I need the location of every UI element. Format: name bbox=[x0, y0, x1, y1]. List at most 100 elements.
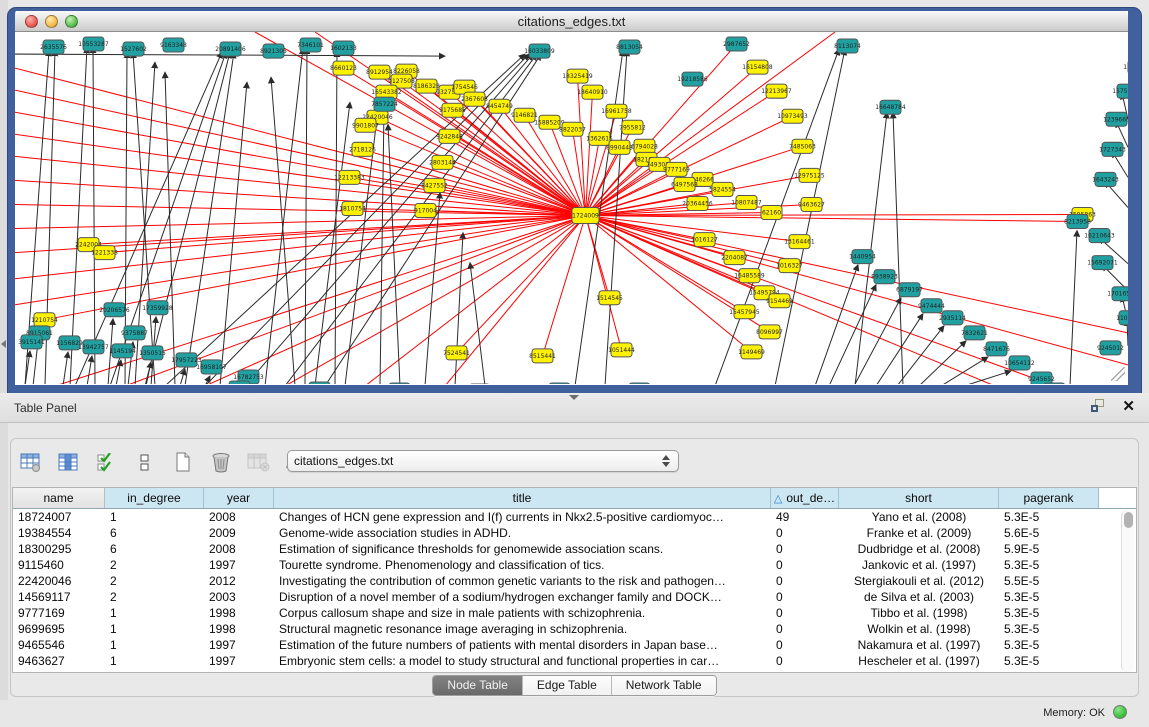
table-cell[interactable]: 5.3E-5 bbox=[999, 558, 1099, 572]
graph-edge[interactable] bbox=[854, 298, 901, 384]
left-splitter-strip[interactable] bbox=[0, 0, 8, 700]
graph-edge[interactable] bbox=[70, 47, 87, 384]
table-cell[interactable]: 9699695 bbox=[13, 622, 105, 636]
table-cell[interactable]: 1 bbox=[105, 510, 204, 524]
graph-edge[interactable] bbox=[586, 216, 1129, 333]
table-row[interactable]: 1830029562008Estimation of significance … bbox=[13, 541, 1136, 557]
graph-edge[interactable] bbox=[305, 48, 307, 384]
table-cell[interactable]: 6 bbox=[105, 526, 204, 540]
table-cell[interactable]: 0 bbox=[771, 558, 839, 572]
table-cell[interactable]: Changes of HCN gene expression and I(f) … bbox=[274, 510, 771, 524]
table-row[interactable]: 1456911722003Disruption of a novel membe… bbox=[13, 589, 1136, 605]
table-cell[interactable]: 2003 bbox=[204, 590, 274, 604]
graph-edge[interactable] bbox=[919, 341, 966, 384]
table-row[interactable]: 1872400712008Changes of HCN gene express… bbox=[13, 509, 1136, 525]
resize-grip[interactable] bbox=[1111, 367, 1125, 381]
table-cell[interactable]: 22420046 bbox=[13, 574, 105, 588]
table-cell[interactable]: 1 bbox=[105, 606, 204, 620]
table-cell[interactable]: Hescheler et al. (1997) bbox=[839, 654, 999, 668]
graph-edge[interactable] bbox=[271, 77, 295, 384]
graph-edge[interactable] bbox=[388, 124, 400, 384]
table-cell[interactable]: 5.3E-5 bbox=[999, 510, 1099, 524]
column-header-in_degree[interactable]: in_degree bbox=[105, 488, 204, 508]
column-header-pagerank[interactable]: pagerank bbox=[999, 488, 1099, 508]
table-cell[interactable]: 1997 bbox=[204, 558, 274, 572]
table-cell[interactable]: Structural magnetic resonance image aver… bbox=[274, 622, 771, 636]
graph-edge[interactable] bbox=[815, 265, 858, 384]
table-cell[interactable]: 1997 bbox=[204, 654, 274, 668]
graph-edge[interactable] bbox=[87, 356, 92, 384]
splitter-collapse-icon[interactable] bbox=[1, 340, 6, 348]
float-panel-icon[interactable] bbox=[1091, 399, 1106, 414]
table-cell[interactable]: 1998 bbox=[204, 622, 274, 636]
table-cell[interactable]: 5.3E-5 bbox=[999, 654, 1099, 668]
graph-node[interactable] bbox=[549, 383, 570, 384]
table-cell[interactable]: Investigating the contribution of common… bbox=[274, 574, 771, 588]
table-cell[interactable]: 5.3E-5 bbox=[999, 622, 1099, 636]
delete-column-icon[interactable] bbox=[208, 448, 234, 476]
table-cell[interactable]: Tibbo et al. (1998) bbox=[839, 606, 999, 620]
graph-node[interactable] bbox=[629, 383, 650, 384]
table-cell[interactable]: 5.5E-5 bbox=[999, 574, 1099, 588]
tab-network-table[interactable]: Network Table bbox=[612, 676, 716, 695]
graph-edge[interactable] bbox=[586, 216, 1078, 222]
column-header-name[interactable]: name bbox=[13, 488, 105, 508]
table-cell[interactable]: Estimation of the future numbers of pati… bbox=[274, 638, 771, 652]
graph-node[interactable] bbox=[309, 382, 330, 384]
table-row[interactable]: 969969511998Structural magnetic resonanc… bbox=[13, 621, 1136, 637]
scrollbar-thumb[interactable] bbox=[1124, 512, 1133, 528]
graph-edge[interactable] bbox=[855, 112, 887, 384]
table-cell[interactable]: 19384554 bbox=[13, 526, 105, 540]
graph-edge[interactable] bbox=[63, 352, 68, 384]
table-cell[interactable]: 0 bbox=[771, 654, 839, 668]
table-cell[interactable]: 5.3E-5 bbox=[999, 638, 1099, 652]
table-cell[interactable]: 6 bbox=[105, 542, 204, 556]
table-cell[interactable]: de Silva et al. (2003) bbox=[839, 590, 999, 604]
graph-node[interactable] bbox=[1044, 383, 1065, 384]
graph-edge[interactable] bbox=[185, 52, 234, 384]
table-cell[interactable]: 0 bbox=[771, 590, 839, 604]
table-cell[interactable]: 2008 bbox=[204, 542, 274, 556]
column-header-title[interactable]: title bbox=[274, 488, 771, 508]
graph-edge[interactable] bbox=[75, 52, 222, 384]
table-cell[interactable]: 2 bbox=[105, 558, 204, 572]
table-row[interactable]: 2242004622012Investigating the contribut… bbox=[13, 573, 1136, 589]
graph-edge[interactable] bbox=[586, 216, 1129, 365]
table-cell[interactable]: 1997 bbox=[204, 638, 274, 652]
column-header-year[interactable]: year bbox=[204, 488, 274, 508]
table-cell[interactable]: Nakamura et al. (1997) bbox=[839, 638, 999, 652]
table-cell[interactable]: Wolkin et al. (1998) bbox=[839, 622, 999, 636]
table-cell[interactable]: Genome-wide association studies in ADHD. bbox=[274, 526, 771, 540]
table-cell[interactable]: Jankovic et al. (1997) bbox=[839, 558, 999, 572]
select-columns-icon[interactable] bbox=[94, 448, 120, 476]
table-cell[interactable]: Embryonic stem cells: a model to study s… bbox=[274, 654, 771, 668]
show-column-icon[interactable] bbox=[56, 448, 82, 476]
table-cell[interactable]: Dudbridge et al. (2008) bbox=[839, 542, 999, 556]
table-row[interactable]: 911546021997Tourette syndrome. Phenomeno… bbox=[13, 557, 1136, 573]
graph-edge[interactable] bbox=[573, 129, 586, 215]
table-mode-icon[interactable] bbox=[18, 448, 44, 476]
table-cell[interactable]: 49 bbox=[771, 510, 839, 524]
row-height-icon[interactable] bbox=[132, 448, 158, 476]
graph-edge[interactable] bbox=[93, 47, 95, 384]
table-vertical-scrollbar[interactable] bbox=[1121, 510, 1134, 672]
column-header-short[interactable]: short bbox=[839, 488, 999, 508]
table-cell[interactable]: Corpus callosum shape and size in male p… bbox=[274, 606, 771, 620]
table-cell[interactable]: 9115460 bbox=[13, 558, 105, 572]
table-cell[interactable]: 18300295 bbox=[13, 542, 105, 556]
graph-edge[interactable] bbox=[15, 68, 586, 215]
table-cell[interactable]: 2009 bbox=[204, 526, 274, 540]
table-cell[interactable]: Franke et al. (2009) bbox=[839, 526, 999, 540]
table-cell[interactable]: 0 bbox=[771, 542, 839, 556]
table-cell[interactable]: 5.6E-5 bbox=[999, 526, 1099, 540]
graph-edge[interactable] bbox=[165, 72, 175, 384]
graph-edge[interactable] bbox=[220, 82, 247, 384]
table-cell[interactable]: Estimation of significance thresholds fo… bbox=[274, 542, 771, 556]
table-row[interactable]: 946554611997Estimation of the future num… bbox=[13, 637, 1136, 653]
graph-edge[interactable] bbox=[116, 360, 121, 384]
table-row[interactable]: 977716911998Corpus callosum shape and si… bbox=[13, 605, 1136, 621]
table-cell[interactable]: 0 bbox=[771, 606, 839, 620]
graph-edge[interactable] bbox=[876, 314, 923, 384]
graph-edge[interactable] bbox=[586, 216, 780, 301]
table-select-dropdown[interactable]: citations_edges.txt bbox=[287, 450, 679, 472]
